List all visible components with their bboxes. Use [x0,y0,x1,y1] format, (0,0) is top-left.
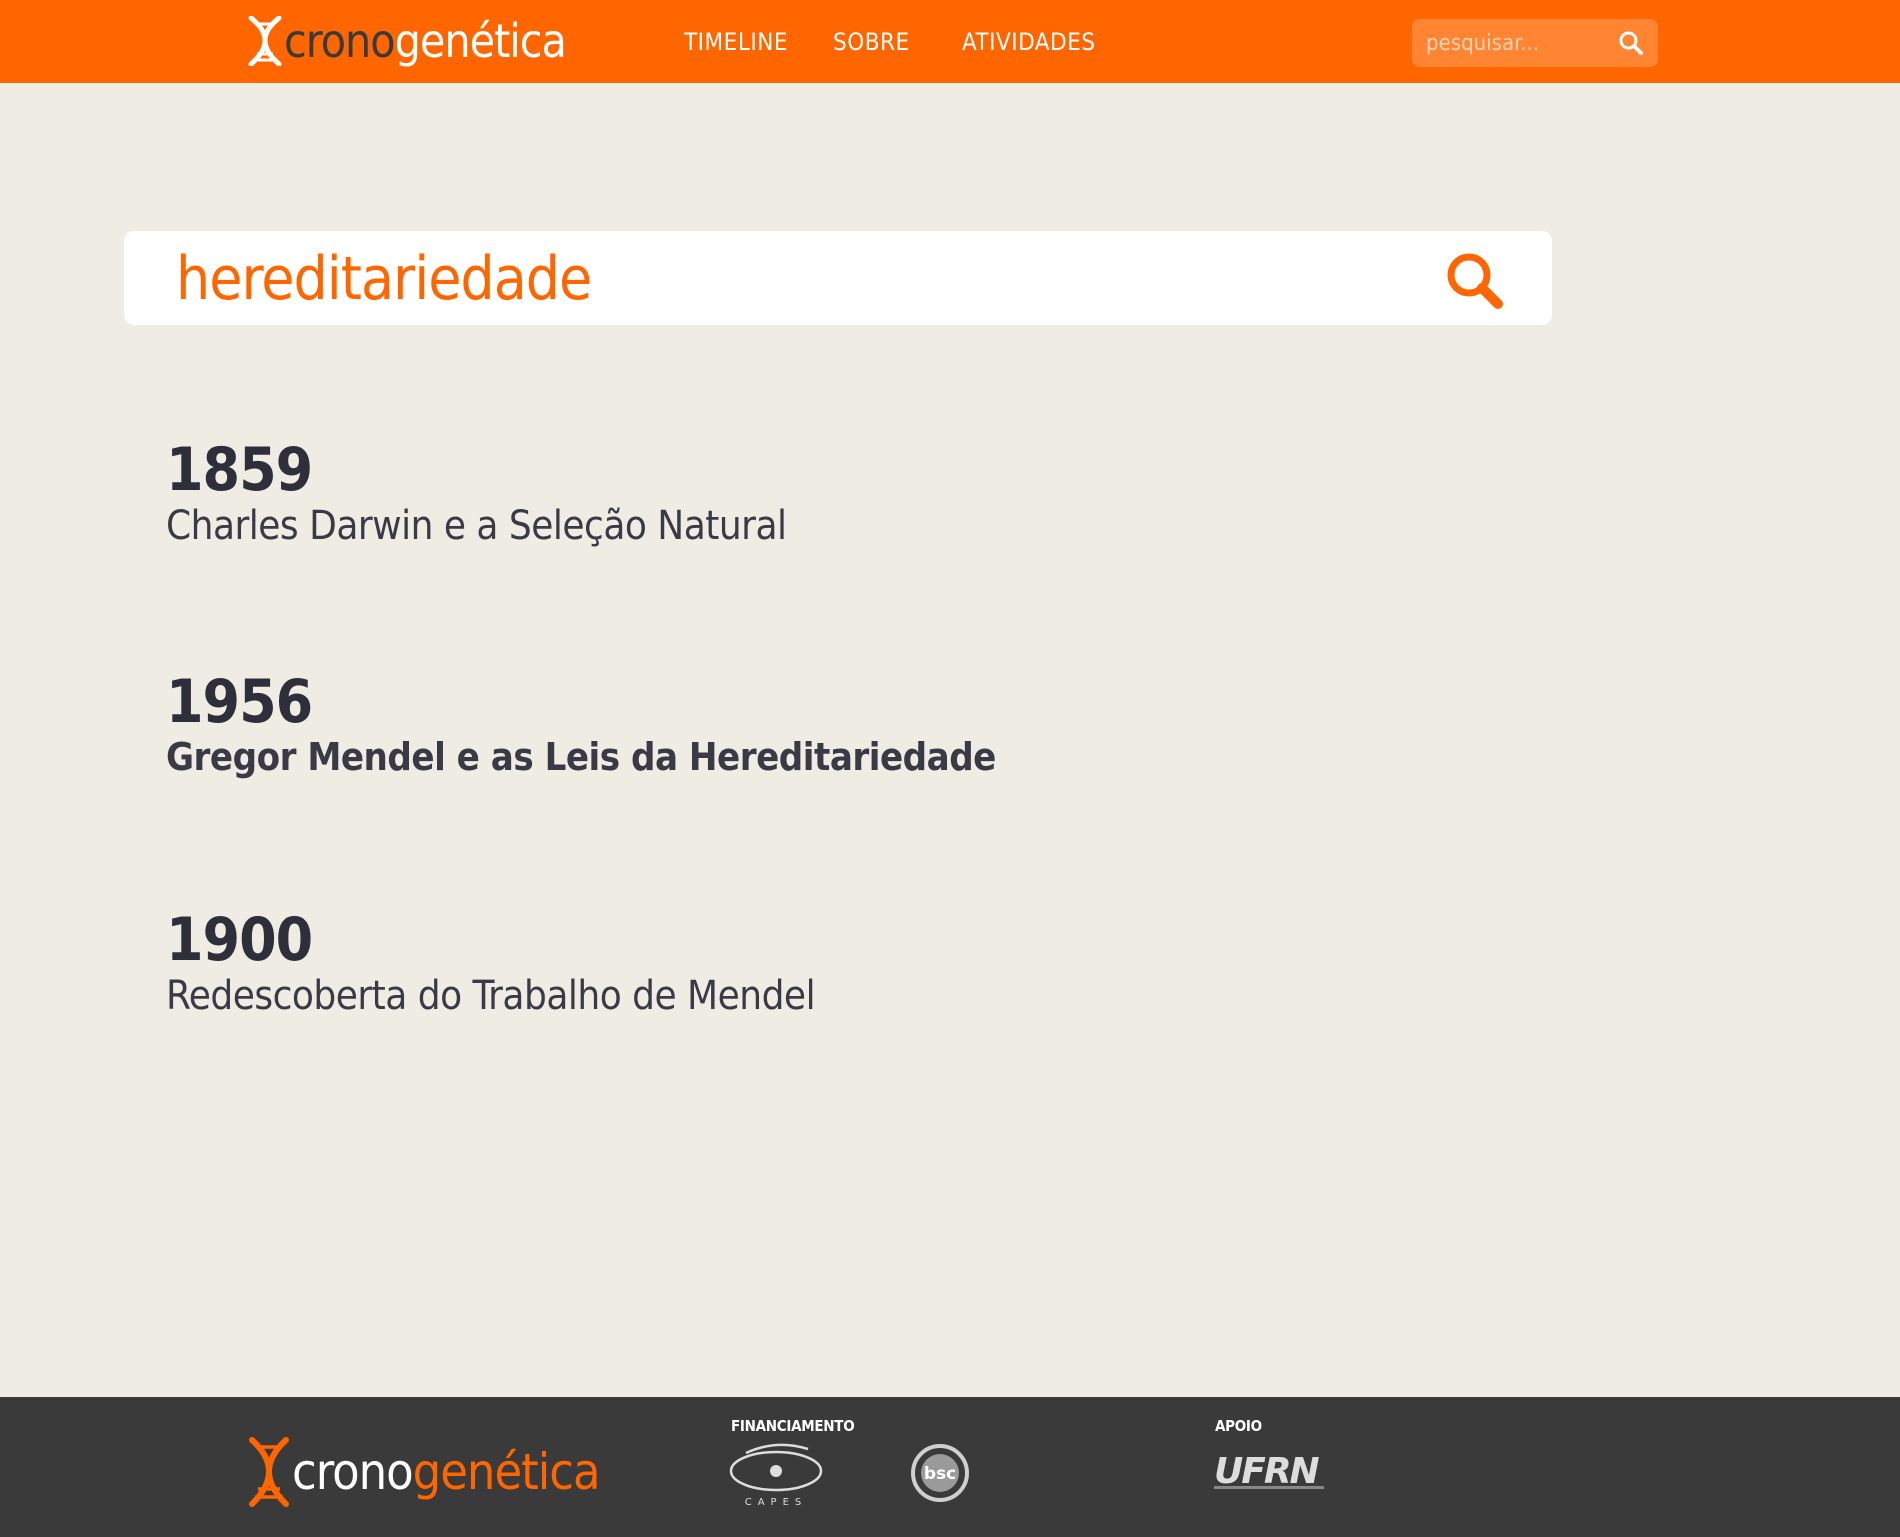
nav-atividades[interactable]: ATIVIDADES [962,0,1096,83]
header-search [1412,19,1658,67]
logo-text-part1: crono [284,14,396,68]
capes-logo[interactable]: CAPES [728,1439,824,1513]
result-item[interactable]: 1956 Gregor Mendel e as Leis da Heredita… [166,672,996,776]
result-title[interactable]: Charles Darwin e a Seleção Natural [166,506,787,546]
result-title[interactable]: Gregor Mendel e as Leis da Hereditarieda… [166,738,996,776]
main-search-input[interactable] [174,239,1378,319]
result-year: 1859 [166,435,313,505]
bsc-logo-text: bsc [924,1464,956,1484]
search-icon[interactable] [1618,30,1644,60]
logo-text-part2: genética [412,1443,601,1501]
bsc-logo[interactable]: bsc [908,1441,972,1509]
result-item[interactable]: 1859 Charles Darwin e a Seleção Natural [166,440,787,546]
capes-logo-text: CAPES [745,1497,808,1508]
top-navbar: cronogenética TIMELINE SOBRE ATIVIDADES [0,0,1900,83]
site-logo[interactable]: cronogenética [246,14,567,68]
logo-text-part1: crono [292,1443,414,1501]
main-search-box [124,231,1552,325]
result-item[interactable]: 1900 Redescoberta do Trabalho de Mendel [166,905,816,1016]
dna-icon [248,16,282,66]
logo-text-part2: genética [394,14,567,68]
dna-icon [249,1437,289,1507]
nav-timeline[interactable]: TIMELINE [684,0,788,83]
funding-label: FINANCIAMENTO [731,1417,855,1435]
ufrn-logo[interactable]: UFRN [1214,1451,1328,1495]
search-icon[interactable] [1444,250,1506,316]
result-year: 1900 [166,905,313,975]
support-label: APOIO [1215,1417,1262,1435]
result-title[interactable]: Redescoberta do Trabalho de Mendel [166,976,816,1016]
ufrn-logo-text: UFRN [1214,1453,1320,1491]
result-year: 1956 [166,667,313,737]
header-search-input[interactable] [1424,29,1618,57]
nav-sobre[interactable]: SOBRE [833,0,910,83]
footer-logo[interactable]: cronogenética [246,1437,601,1507]
footer: cronogenética FINANCIAMENTO APOIO CAPES … [0,1397,1900,1537]
